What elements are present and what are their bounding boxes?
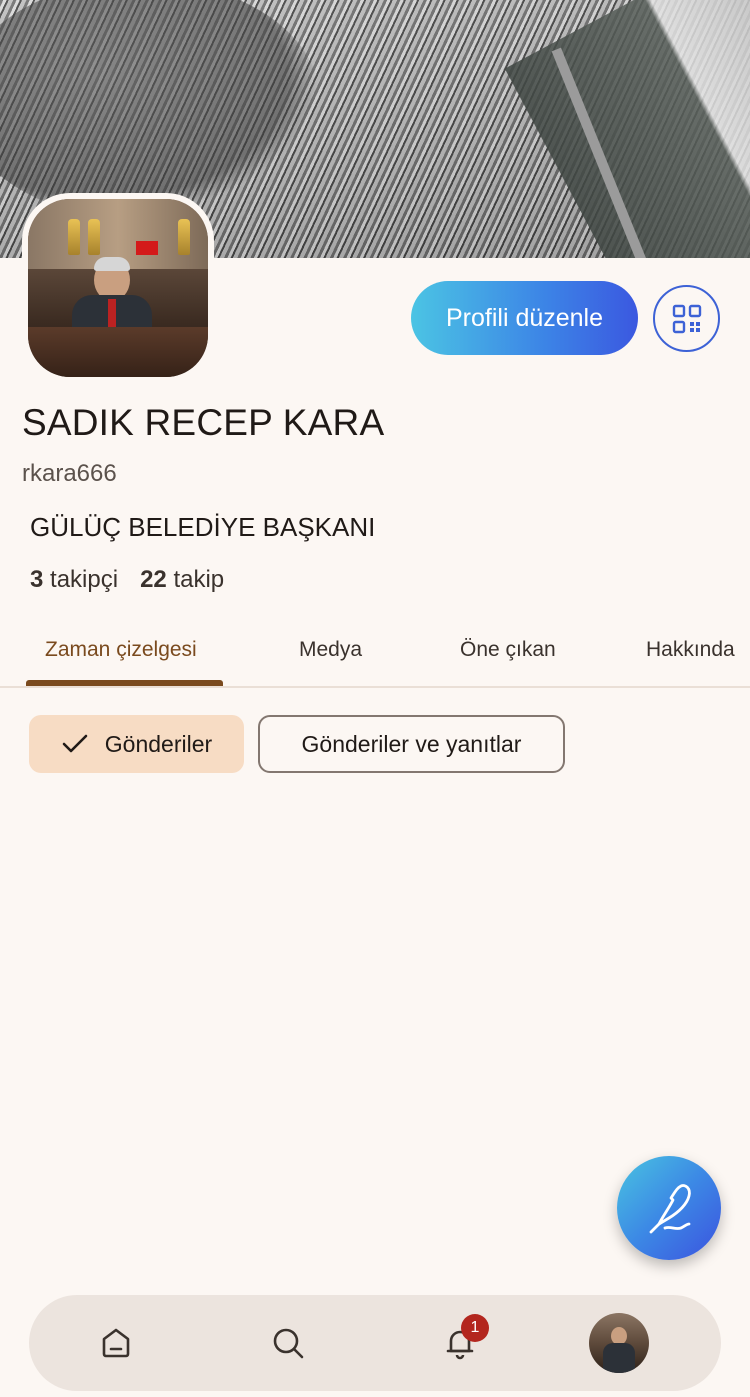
qr-code-button[interactable] [653, 285, 720, 352]
notification-badge: 1 [461, 1314, 489, 1342]
tab-media[interactable]: Medya [299, 638, 362, 662]
following-label: takip [173, 566, 225, 593]
qr-code-icon [672, 304, 701, 333]
compose-feather-icon [649, 1184, 691, 1234]
profile-display-name: SADIK RECEP KARA [22, 402, 385, 443]
nav-search[interactable] [248, 1295, 328, 1391]
profile-stats: 3 takipçi 22 takip [30, 566, 224, 594]
profile-tabs: Zaman çizelgesi Medya Öne çıkan Hakkında [0, 614, 750, 688]
edit-profile-button[interactable]: Profili düzenle [411, 281, 638, 355]
check-icon [62, 734, 88, 753]
followers-link[interactable]: 3 takipçi [30, 566, 118, 594]
followers-label: takipçi [50, 566, 119, 593]
filter-chip-posts-and-replies-label: Gönderiler ve yanıtlar [301, 730, 522, 757]
nav-home[interactable] [76, 1295, 156, 1391]
tab-about[interactable]: Hakkında [646, 638, 735, 662]
following-link[interactable]: 22 takip [140, 566, 224, 594]
following-count: 22 [140, 566, 167, 593]
nav-profile[interactable] [579, 1295, 659, 1391]
search-icon [273, 1328, 304, 1359]
filter-chip-posts-label: Gönderiler [104, 730, 213, 757]
tab-highlights[interactable]: Öne çıkan [460, 638, 556, 662]
followers-count: 3 [30, 566, 44, 593]
tab-timeline[interactable]: Zaman çizelgesi [45, 638, 197, 662]
filter-chip-posts[interactable]: Gönderiler [29, 715, 244, 773]
nav-notifications[interactable]: 1 [420, 1295, 500, 1391]
bottom-navigation: 1 [29, 1295, 721, 1391]
active-tab-indicator [26, 680, 223, 686]
profile-bio: GÜLÜÇ BELEDİYE BAŞKANI [30, 512, 376, 542]
filter-chip-posts-and-replies[interactable]: Gönderiler ve yanıtlar [258, 715, 565, 773]
profile-handle: rkara666 [22, 460, 117, 487]
home-icon [102, 1328, 130, 1358]
compose-button[interactable] [617, 1156, 721, 1260]
nav-profile-avatar [589, 1313, 649, 1373]
profile-avatar[interactable] [22, 193, 214, 383]
